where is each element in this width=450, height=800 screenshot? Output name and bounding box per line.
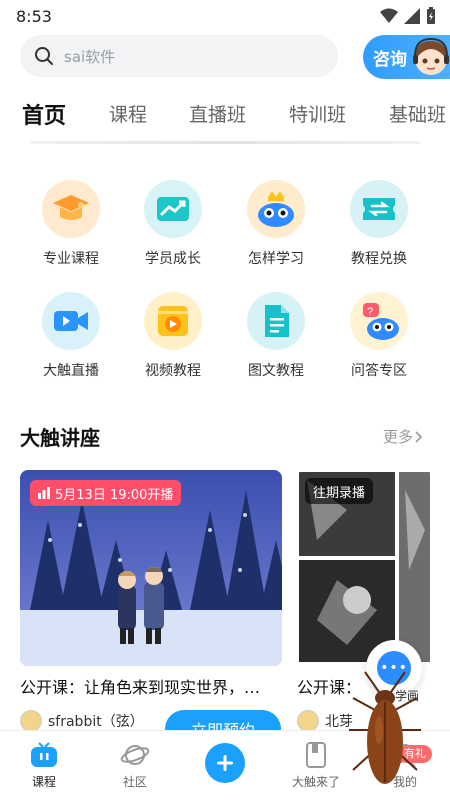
tab-courses[interactable]: 课程 [109, 100, 147, 127]
nav-label: 课程 [31, 775, 56, 789]
grid-item-video-tutorials[interactable]: 视频教程 [128, 292, 218, 380]
grid-item-illustrated-tutorials[interactable]: 图文教程 [231, 292, 321, 380]
grid-item-pro-courses[interactable]: 专业课程 [26, 180, 116, 268]
category-tabs: 首页 课程 直播班 特训班 基础班 [0, 92, 450, 136]
more-label: 更多 [383, 428, 414, 446]
grid-label: 教程兑换 [351, 251, 407, 267]
chevron-right-icon [415, 430, 423, 443]
document-icon [247, 292, 305, 350]
avatar [20, 710, 42, 732]
battery-icon [427, 7, 435, 24]
consult-button[interactable]: 咨询 [363, 35, 450, 79]
grid-label: 图文教程 [248, 363, 304, 379]
status-bar: 8:53 [0, 0, 450, 32]
nav-label: 大触来了 [291, 775, 340, 789]
lecture-thumbnail: 往期录播 [297, 470, 432, 666]
tab-basic-class[interactable]: 基础班 [389, 100, 446, 127]
live-schedule-text: 5月13日 19:00开播 [55, 487, 174, 503]
nav-item-masters[interactable]: 大触来了 [281, 741, 351, 790]
avatar [297, 710, 319, 732]
growth-chart-icon [144, 180, 202, 238]
video-camera-icon [42, 292, 100, 350]
cockroach-icon [349, 671, 421, 784]
grid-label: 大触直播 [43, 363, 99, 379]
notebook-icon [306, 742, 326, 768]
status-icons [380, 7, 436, 25]
course-tv-icon [31, 742, 57, 767]
tab-home[interactable]: 首页 [22, 98, 66, 130]
grid-label: 视频教程 [145, 363, 201, 379]
lecture-thumbnail: 5月13日 19:00开播 [20, 470, 282, 666]
section-title: 大触讲座 [20, 426, 100, 450]
lecture-card[interactable]: 5月13日 19:00开播 公开课：让角色来到现实世界，… sfrabbit（弦… [20, 470, 282, 732]
create-plus-button[interactable] [205, 743, 245, 783]
search-placeholder: sai软件 [64, 47, 116, 66]
live-schedule-badge: 5月13日 19:00开播 [30, 480, 182, 506]
more-link[interactable]: 更多 [383, 426, 423, 447]
tab-special-training[interactable]: 特训班 [289, 100, 346, 127]
tab-live-class[interactable]: 直播班 [189, 100, 246, 127]
grid-item-student-growth[interactable]: 学员成长 [128, 180, 218, 268]
grid-label: 专业课程 [43, 251, 99, 267]
grid-label: 怎样学习 [248, 251, 304, 267]
grid-item-live-stream[interactable]: 大触直播 [26, 292, 116, 380]
grid-label: 问答专区 [351, 363, 407, 379]
grid-item-tutorial-exchange[interactable]: 教程兑换 [334, 180, 424, 268]
signal-icon [404, 8, 420, 24]
status-time: 8:53 [16, 6, 52, 26]
live-bars-icon [38, 487, 50, 499]
mascot-crown-icon [247, 180, 305, 238]
consult-label: 咨询 [373, 49, 407, 70]
nav-item-courses[interactable]: 课程 [9, 741, 79, 790]
tabs-divider [30, 141, 420, 144]
nav-item-community[interactable]: 社区 [100, 741, 170, 790]
qa-mascot-icon: ? [350, 292, 408, 350]
grid-label: 学员成长 [145, 251, 201, 267]
lecture-title: 公开课：让角色来到现实世界，… [20, 678, 261, 697]
author-name: sfrabbit（弦） [48, 714, 144, 730]
exchange-ticket-icon [350, 180, 408, 238]
search-input[interactable]: sai软件 [20, 35, 338, 77]
past-recording-badge: 往期录播 [305, 478, 374, 504]
nav-label: 社区 [122, 775, 147, 789]
support-avatar-icon [413, 37, 449, 75]
planet-icon [120, 745, 150, 765]
plus-icon [217, 755, 233, 771]
wifi-icon [380, 8, 398, 23]
grid-item-how-to-learn[interactable]: 怎样学习 [231, 180, 321, 268]
video-play-icon [144, 292, 202, 350]
grid-item-qa-zone[interactable]: ? 问答专区 [334, 292, 424, 380]
svg-text:?: ? [367, 306, 373, 318]
search-icon [35, 47, 53, 65]
graduation-cap-icon [42, 180, 100, 238]
